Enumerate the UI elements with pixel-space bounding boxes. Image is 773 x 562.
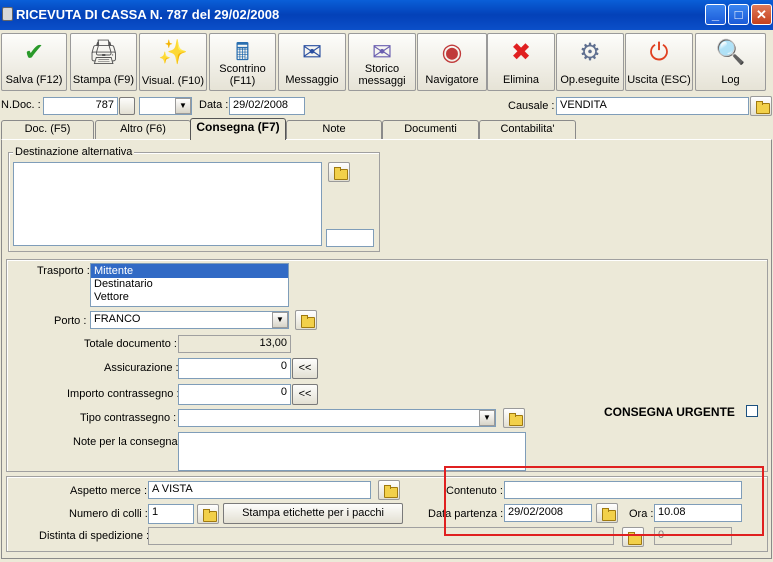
porto-value: FRANCO: [94, 313, 141, 325]
title-bar: RICEVUTA DI CASSA N. 787 del 29/02/2008 …: [0, 0, 773, 30]
toolbar-button-label: Scontrino (F11): [219, 63, 266, 87]
causale-label: Causale :: [508, 100, 555, 112]
elimina-button[interactable]: ✖ Elimina: [487, 33, 555, 91]
causale-field[interactable]: VENDITA: [556, 97, 749, 115]
highlight-box: [444, 466, 764, 536]
porto-folder-icon[interactable]: [295, 310, 317, 330]
aspetto-merce-field[interactable]: A VISTA: [148, 481, 371, 499]
consegna-urgente-label: CONSEGNA URGENTE: [604, 405, 735, 419]
close-button[interactable]: ✕: [751, 4, 772, 25]
numero-colli-field[interactable]: 1: [148, 504, 194, 524]
aspetto-label: Aspetto merce :: [70, 485, 148, 497]
op-eseguite-button[interactable]: ⚙ Op.eseguite: [556, 33, 624, 91]
uscita-button[interactable]: ⏻ Uscita (ESC): [625, 33, 693, 91]
colli-folder-icon[interactable]: [197, 504, 219, 524]
stampa-icon: 🖨: [88, 39, 119, 66]
aspetto-folder-icon[interactable]: [378, 480, 400, 500]
uscita-icon: ⏻: [649, 39, 669, 66]
data-label: Data :: [199, 99, 229, 111]
colli-label: Numero di colli :: [69, 508, 148, 520]
note-label: Note per la consegna: [73, 436, 178, 448]
tipo-folder-icon[interactable]: [503, 408, 525, 428]
tab-contabilita[interactable]: Contabilita': [479, 120, 576, 139]
series-select[interactable]: ▼: [139, 97, 192, 115]
visual-icon: ✨: [158, 39, 188, 66]
toolbar-button-label: Log: [721, 74, 740, 86]
messaggio-icon: ✉: [301, 39, 323, 66]
trasporto-option[interactable]: Mittente: [91, 264, 288, 278]
importo-label: Importo contrassegno :: [67, 388, 180, 400]
porto-label: Porto :: [54, 315, 87, 327]
salva-button[interactable]: ✔ Salva (F12): [1, 33, 67, 91]
toolbar-button-label: Visual. (F10): [141, 75, 205, 87]
chevron-down-icon[interactable]: ▼: [479, 410, 495, 426]
app-icon: [2, 7, 13, 21]
tab-documenti[interactable]: Documenti: [382, 120, 479, 139]
tab-note[interactable]: Note: [286, 120, 382, 139]
destinazione-label: Destinazione alternativa: [13, 146, 135, 158]
toolbar-button-label: Uscita (ESC): [627, 74, 691, 86]
trasporto-option[interactable]: Vettore: [91, 291, 288, 304]
storico-button[interactable]: ✉ Storico messaggi: [348, 33, 416, 91]
ndoc-field[interactable]: 787: [43, 97, 118, 115]
messaggio-button[interactable]: ✉ Messaggio: [278, 33, 346, 91]
tab-doc[interactable]: Doc. (F5): [1, 120, 94, 139]
trasporto-list[interactable]: Mittente Destinatario Vettore: [90, 263, 289, 307]
tab-altro[interactable]: Altro (F6): [95, 120, 191, 139]
toolbar: ✔ Salva (F12) 🖨 Stampa (F9) ✨ Visual. (F10) 🖩 S…: [0, 31, 773, 93]
salva-icon: ✔: [23, 39, 45, 66]
toolbar-button-label: Salva (F12): [5, 74, 63, 86]
assicurazione-field[interactable]: 0: [178, 358, 291, 379]
destinazione-textarea[interactable]: [13, 162, 322, 246]
importo-contrassegno-field[interactable]: 0: [178, 384, 291, 405]
causale-folder-icon[interactable]: [750, 96, 772, 116]
navigatore-button[interactable]: ◉ Navigatore: [417, 33, 487, 91]
trasporto-label: Trasporto :: [37, 265, 90, 277]
log-button[interactable]: 🔍 Log: [695, 33, 766, 91]
maximize-button[interactable]: □: [728, 4, 749, 25]
toolbar-button-label: Messaggio: [285, 74, 339, 86]
window-title: RICEVUTA DI CASSA N. 787 del 29/02/2008: [16, 7, 280, 22]
tab-consegna[interactable]: Consegna (F7): [190, 118, 286, 140]
totale-field: 13,00: [178, 335, 291, 353]
stampa-etichette-button[interactable]: Stampa etichette per i pacchi: [223, 503, 403, 524]
ndoc-label: N.Doc. :: [1, 99, 41, 111]
elimina-icon: ✖: [510, 39, 532, 66]
op-eseguite-icon: ⚙: [579, 39, 601, 66]
assicurazione-copy-button[interactable]: <<: [292, 358, 318, 379]
tipo-label: Tipo contrassegno :: [80, 412, 177, 424]
visual-button[interactable]: ✨ Visual. (F10): [139, 33, 207, 91]
porto-select[interactable]: FRANCO ▼: [90, 311, 289, 329]
destinazione-folder-icon[interactable]: [328, 162, 350, 182]
toolbar-button-label: Navigatore: [425, 74, 479, 86]
tipo-contrassegno-select[interactable]: ▼: [178, 409, 496, 427]
trasporto-option[interactable]: Destinatario: [91, 278, 288, 291]
scontrino-button[interactable]: 🖩 Scontrino (F11): [209, 33, 276, 91]
toolbar-button-label: Storico messaggi: [358, 63, 406, 87]
totale-label: Totale documento :: [84, 338, 177, 350]
toolbar-button-label: Stampa (F9): [72, 74, 135, 86]
importo-copy-button[interactable]: <<: [292, 384, 318, 405]
consegna-urgente-checkbox[interactable]: [746, 405, 758, 417]
toolbar-button-label: Elimina: [502, 74, 540, 86]
ndoc-button[interactable]: [119, 97, 135, 115]
chevron-down-icon[interactable]: ▼: [272, 312, 288, 328]
destinazione-code-field[interactable]: [326, 229, 374, 247]
navigatore-icon: ◉: [441, 39, 463, 66]
data-field[interactable]: 29/02/2008: [229, 97, 305, 115]
chevron-down-icon[interactable]: ▼: [175, 98, 191, 114]
log-icon: 🔍: [715, 39, 746, 66]
toolbar-button-label: Op.eseguite: [560, 74, 620, 86]
stampa-button[interactable]: 🖨 Stampa (F9): [70, 33, 137, 91]
assicurazione-label: Assicurazione :: [104, 362, 179, 374]
distinta-label: Distinta di spedizione :: [39, 530, 150, 542]
minimize-button[interactable]: _: [705, 4, 726, 25]
